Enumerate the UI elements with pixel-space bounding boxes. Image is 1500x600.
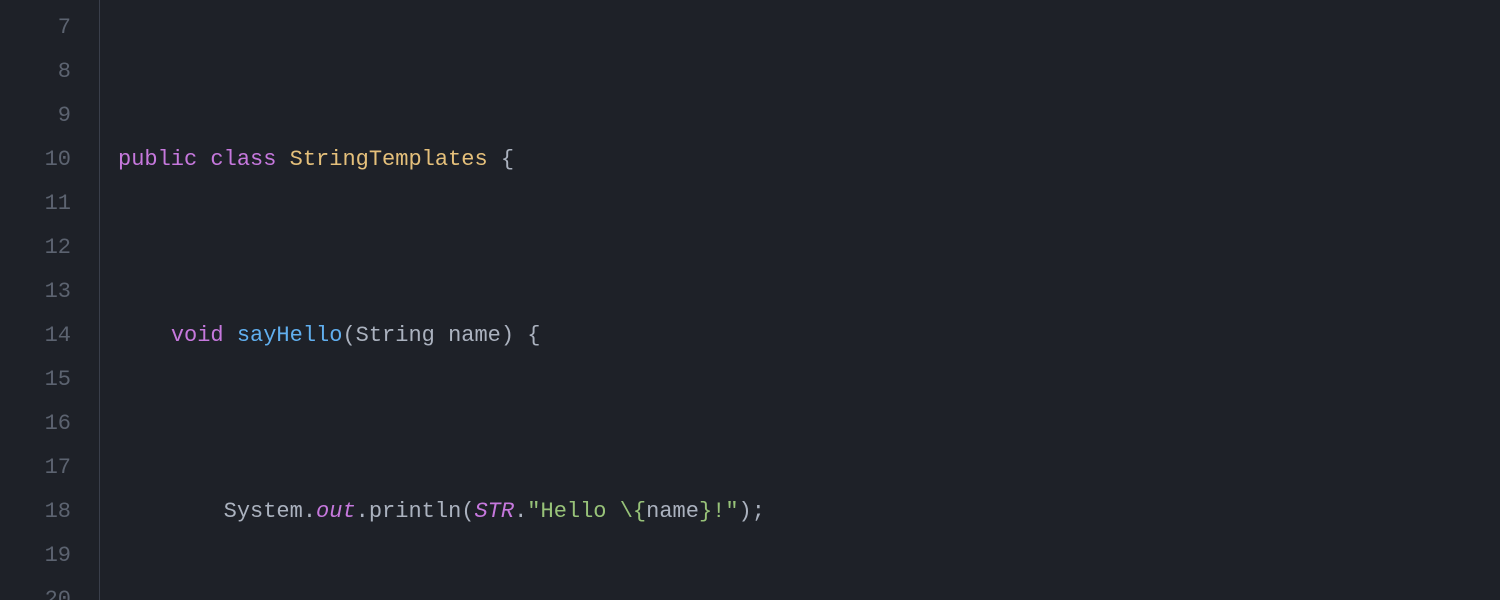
line-number: 20 <box>0 578 71 600</box>
line-number: 10 <box>0 138 71 182</box>
brace-open: { <box>501 147 514 172</box>
keyword-public: public <box>118 147 197 172</box>
code-line: System.out.println(STR."Hello \{name}!")… <box>118 490 1161 534</box>
code-line: void sayHello(String name) { <box>118 314 1161 358</box>
identifier-name: name <box>646 499 699 524</box>
string-literal: "Hello <box>527 499 619 524</box>
line-number: 12 <box>0 226 71 270</box>
dot: . <box>356 499 369 524</box>
paren-close: ) <box>501 323 514 348</box>
line-number-gutter: 7 8 9 10 11 12 13 14 15 16 17 18 19 20 <box>0 0 100 600</box>
string-escape-open: \{ <box>620 499 646 524</box>
string-escape-close: } <box>699 499 712 524</box>
code-line: public class StringTemplates { <box>118 138 1161 182</box>
class-system: System <box>224 499 303 524</box>
param-name: name <box>448 323 501 348</box>
keyword-class: class <box>210 147 276 172</box>
keyword-void: void <box>171 323 224 348</box>
code-area[interactable]: public class StringTemplates { void sayH… <box>100 0 1161 600</box>
string-literal: !" <box>712 499 738 524</box>
line-number: 18 <box>0 490 71 534</box>
line-number: 11 <box>0 182 71 226</box>
line-number: 8 <box>0 50 71 94</box>
line-number: 14 <box>0 314 71 358</box>
template-processor-str: STR <box>474 499 514 524</box>
line-number: 19 <box>0 534 71 578</box>
paren-close: ) <box>739 499 752 524</box>
semicolon: ; <box>752 499 765 524</box>
line-number: 7 <box>0 6 71 50</box>
method-println: println <box>369 499 461 524</box>
line-number: 9 <box>0 94 71 138</box>
field-out: out <box>316 499 356 524</box>
brace-open: { <box>527 323 540 348</box>
class-name: StringTemplates <box>290 147 488 172</box>
line-number: 13 <box>0 270 71 314</box>
dot: . <box>303 499 316 524</box>
type-string: String <box>356 323 435 348</box>
dot: . <box>514 499 527 524</box>
code-editor[interactable]: 7 8 9 10 11 12 13 14 15 16 17 18 19 20 p… <box>0 0 1500 600</box>
line-number: 17 <box>0 446 71 490</box>
line-number: 15 <box>0 358 71 402</box>
method-name: sayHello <box>237 323 343 348</box>
paren-open: ( <box>342 323 355 348</box>
paren-open: ( <box>461 499 474 524</box>
line-number: 16 <box>0 402 71 446</box>
